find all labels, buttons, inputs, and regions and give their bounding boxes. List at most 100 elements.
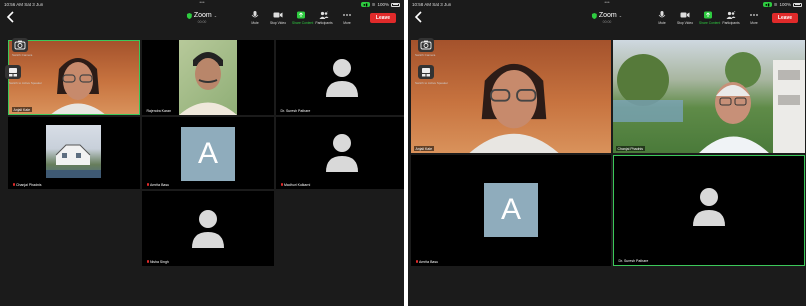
stop-video-label: Stop Video	[269, 21, 287, 25]
more-button[interactable]: More	[745, 11, 763, 25]
participant-name: Madhuri Kulkarni	[284, 182, 311, 187]
multitask-dots-icon[interactable]: •••	[199, 0, 204, 6]
share-content-label: Share Content	[699, 21, 721, 25]
meeting-title[interactable]: Zoom ⌄ 00:00	[186, 12, 218, 24]
leave-button[interactable]: Leave	[772, 13, 798, 23]
default-avatar-icon	[192, 210, 224, 248]
shield-icon	[591, 12, 597, 19]
meeting-title-text: Zoom	[193, 12, 212, 19]
grid-view-icon	[422, 68, 430, 77]
video-tile[interactable]: Nisha Singh	[142, 191, 274, 266]
camera-switch-icon	[420, 40, 432, 50]
video-tile[interactable]: Dr. Suresh Pathare	[276, 40, 404, 115]
participant-name: Dr. Suresh Pathare	[280, 108, 311, 113]
meeting-title[interactable]: Zoom ⌄ 00:00	[591, 12, 623, 24]
participant-name: Chanjai Phadnis	[617, 146, 644, 151]
participant-name-label: Dr. Suresh Pathare	[617, 258, 650, 263]
participant-name-label: Rajendra Karan	[145, 108, 173, 113]
active-speaker-button[interactable]	[5, 65, 21, 79]
grid-view-icon	[9, 68, 17, 77]
participant-name: Rajendra Karan	[146, 108, 172, 113]
video-camera-icon	[680, 12, 690, 18]
status-time: 10:56 AM Sat 3 Jun	[4, 1, 44, 7]
meeting-title-text: Zoom	[598, 12, 617, 19]
zoom-screen-right: 10:58 AM Sat 3 Jun ••• ●▮ ≋ 100% Zoom ⌄ …	[408, 0, 806, 306]
participant-name-label: Chanjai Phadnis	[11, 182, 43, 187]
switch-camera-label: Switch Camera	[12, 53, 33, 57]
stop-video-button[interactable]: Stop Video	[269, 11, 287, 25]
meeting-timer: 00:00	[602, 20, 612, 24]
initial-avatar: A	[181, 127, 235, 181]
switch-camera-button[interactable]	[12, 38, 28, 52]
active-speaker-label: Switch to Active Speaker	[9, 81, 43, 85]
initial-avatar: A	[484, 183, 538, 237]
mic-muted-icon	[415, 259, 418, 264]
video-tile[interactable]: A Amrita Basu	[411, 155, 611, 266]
participant-name-label: Chanjai Phadnis	[616, 146, 645, 151]
video-tile[interactable]: A Amrita Basu	[142, 117, 274, 189]
leave-button[interactable]: Leave	[370, 13, 396, 23]
more-label: More	[750, 21, 758, 25]
more-label: More	[343, 21, 351, 25]
battery-percent: 100%	[779, 2, 791, 7]
multitask-dots-icon[interactable]: •••	[604, 0, 609, 6]
participants-count: 4	[734, 11, 736, 14]
participant-name: Amrita Basu	[419, 259, 439, 264]
share-icon	[297, 11, 305, 19]
participant-name: Nisha Singh	[150, 259, 169, 264]
meeting-timer: 00:00	[197, 20, 207, 24]
participant-name-label: Anjali Kale	[414, 146, 434, 151]
video-tile[interactable]: Rajendra Karan	[142, 40, 274, 115]
share-icon	[704, 11, 712, 19]
share-content-button[interactable]: Share Content	[699, 11, 721, 25]
participants-label: Participants	[315, 21, 333, 25]
participant-name-label: Anjali Kale	[12, 107, 32, 112]
zoom-screen-left: 10:56 AM Sat 3 Jun ••• ●▮ ≋ 100% Zoom ⌄ …	[0, 0, 404, 306]
video-tile[interactable]: Chanjai Phadnis	[8, 117, 140, 189]
participants-label: Participants	[722, 21, 740, 25]
participant-name-label: Madhuri Kulkarni	[279, 182, 312, 187]
mic-muted-icon	[146, 182, 149, 187]
participant-video	[469, 63, 559, 153]
participant-name-label: Dr. Suresh Pathare	[279, 108, 312, 113]
default-avatar-icon	[326, 134, 358, 172]
stop-video-button[interactable]: Stop Video	[676, 11, 694, 25]
participant-name: Anjali Kale	[13, 107, 31, 112]
share-content-label: Share Content	[292, 21, 314, 25]
chevron-down-icon: ⌄	[213, 13, 218, 18]
status-bar: 10:58 AM Sat 3 Jun ••• ●▮ ≋ 100%	[408, 0, 806, 8]
mute-label: Mute	[658, 21, 666, 25]
participant-video	[51, 58, 105, 114]
chevron-down-icon: ⌄	[618, 13, 623, 18]
more-button[interactable]: More	[338, 11, 356, 25]
mic-icon	[658, 11, 666, 18]
switch-camera-button[interactable]	[418, 38, 434, 52]
participant-name-label: Nisha Singh	[145, 259, 171, 264]
camera-indicator-icon: ●▮	[361, 2, 370, 7]
mute-button[interactable]: Mute	[246, 11, 264, 25]
participants-button[interactable]: 7 Participants	[315, 11, 333, 25]
back-chevron-icon[interactable]	[414, 11, 424, 23]
video-camera-icon	[273, 12, 283, 18]
switch-camera-label: Switch Camera	[415, 53, 436, 57]
video-tile[interactable]: Madhuri Kulkarni	[276, 117, 404, 189]
share-content-button[interactable]: Share Content	[292, 11, 314, 25]
shield-icon	[186, 12, 192, 19]
video-tile[interactable]: Anjali Kale	[411, 40, 611, 153]
participants-icon: 7	[319, 11, 329, 19]
participants-icon: 4	[726, 11, 736, 19]
video-tile[interactable]: Dr. Suresh Pathare	[613, 155, 805, 266]
more-icon	[750, 14, 758, 16]
battery-percent: 100%	[377, 2, 389, 7]
active-speaker-button[interactable]	[418, 65, 434, 79]
mic-muted-icon	[12, 182, 15, 187]
back-chevron-icon[interactable]	[6, 11, 16, 23]
status-time: 10:58 AM Sat 3 Jun	[412, 1, 452, 7]
mic-icon	[251, 11, 259, 18]
meeting-toolbar: Zoom ⌄ 00:00 Mute Stop Video Share Conte…	[408, 8, 806, 30]
participant-name: Amrita Basu	[150, 182, 170, 187]
participants-button[interactable]: 4 Participants	[722, 11, 740, 25]
default-avatar-icon	[326, 59, 358, 97]
mute-button[interactable]: Mute	[653, 11, 671, 25]
video-tile[interactable]: Chanjai Phadnis	[613, 40, 805, 153]
